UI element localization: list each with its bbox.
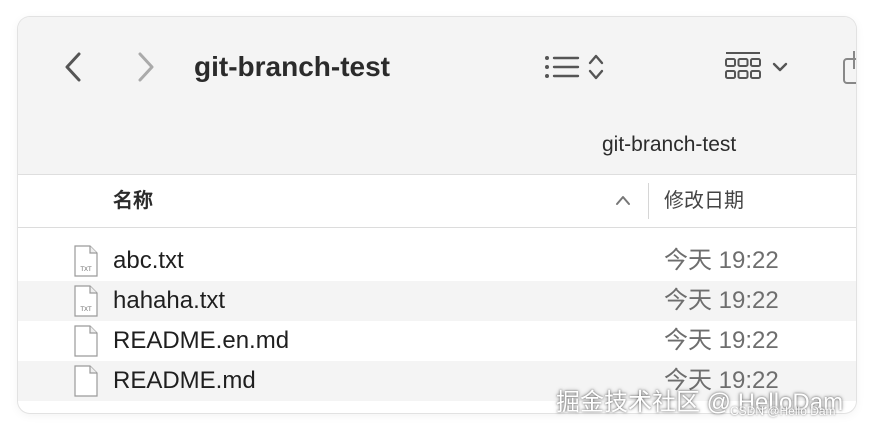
grid-view-button[interactable]	[724, 50, 788, 84]
column-header-name[interactable]: 名称	[113, 175, 153, 227]
path-label: git-branch-test	[602, 133, 737, 156]
window-title: git-branch-test	[194, 51, 390, 82]
document-icon	[74, 365, 98, 397]
svg-text:TXT: TXT	[80, 307, 92, 313]
column-divider[interactable]	[648, 183, 649, 219]
chevron-right-icon	[138, 52, 154, 82]
finder-window: git-branch-test git-branch-test 名称 修改日期 …	[18, 17, 856, 413]
document-icon	[74, 325, 98, 357]
updown-chevron-icon[interactable]	[588, 52, 604, 82]
svg-text:TXT: TXT	[80, 267, 92, 273]
forward-button[interactable]	[129, 47, 163, 87]
file-row[interactable]: TXT abc.txt 今天 19:22	[18, 241, 856, 281]
toolbar: git-branch-test git-branch-test	[18, 17, 856, 175]
share-button[interactable]	[840, 47, 856, 87]
list-view-icon	[545, 56, 580, 78]
list-view-button[interactable]	[544, 50, 604, 84]
file-name: README.md	[113, 367, 256, 394]
file-date: 今天 19:22	[664, 327, 779, 354]
txt-file-icon: TXT	[74, 285, 98, 317]
watermark-small: CSDN @Hello Dam	[730, 404, 836, 418]
back-button[interactable]	[56, 47, 90, 87]
chevron-left-icon	[65, 52, 81, 82]
column-header-row: 名称 修改日期	[18, 175, 856, 228]
column-header-date[interactable]: 修改日期	[664, 175, 744, 227]
file-date: 今天 19:22	[664, 247, 779, 274]
file-row[interactable]: README.en.md 今天 19:22	[18, 321, 856, 361]
file-name: hahaha.txt	[113, 287, 226, 314]
file-row[interactable]: TXT hahaha.txt 今天 19:22	[18, 281, 856, 321]
file-name: README.en.md	[113, 327, 290, 354]
share-icon	[843, 51, 856, 84]
file-date: 今天 19:22	[664, 287, 779, 314]
grid-view-icon	[725, 52, 761, 79]
file-name: abc.txt	[113, 247, 184, 274]
txt-file-icon: TXT	[74, 245, 98, 277]
chevron-down-icon[interactable]	[772, 61, 788, 73]
file-list: TXT abc.txt 今天 19:22 TXT hahaha.txt 今天 1…	[18, 241, 856, 401]
chevron-up-icon[interactable]	[614, 193, 632, 207]
